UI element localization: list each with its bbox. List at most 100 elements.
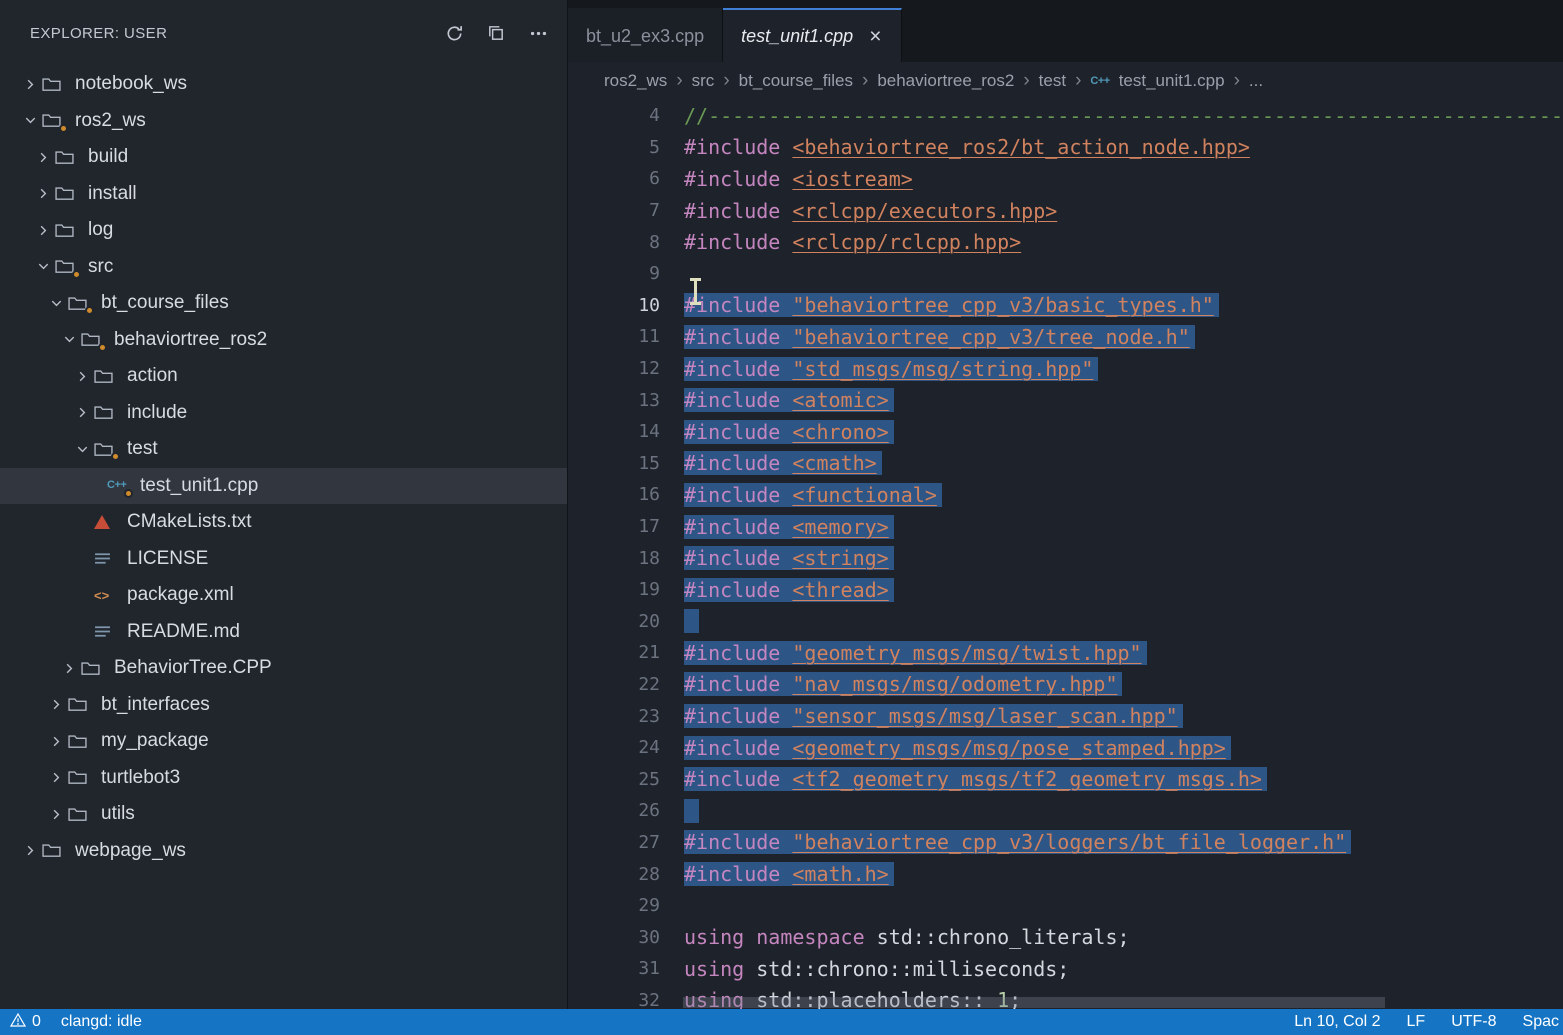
line-number[interactable]: 23 — [568, 706, 660, 727]
line-number[interactable]: 22 — [568, 674, 660, 695]
code-line[interactable]: 20 — [568, 606, 1563, 638]
tree-folder-action[interactable]: action — [0, 358, 567, 395]
code-line[interactable]: 27#include "behaviortree_cpp_v3/loggers/… — [568, 827, 1563, 859]
line-number[interactable]: 28 — [568, 864, 660, 885]
tree-file-LICENSE[interactable]: LICENSE — [0, 541, 567, 578]
code-line[interactable]: 18#include <string> — [568, 542, 1563, 574]
tree-folder-ros2_ws[interactable]: ros2_ws — [0, 103, 567, 140]
line-number[interactable]: 25 — [568, 769, 660, 790]
code-line[interactable]: 7#include <rclcpp/executors.hpp> — [568, 195, 1563, 227]
line-number[interactable]: 12 — [568, 358, 660, 379]
more-actions-icon[interactable] — [525, 20, 551, 46]
code-line[interactable]: 15#include <cmath> — [568, 448, 1563, 480]
tree-folder-test[interactable]: test — [0, 431, 567, 468]
line-number[interactable]: 32 — [568, 990, 660, 1009]
code-line[interactable]: 16#include <functional> — [568, 479, 1563, 511]
code-line[interactable]: 9 — [568, 258, 1563, 290]
code-line[interactable]: 31using std::chrono::milliseconds; — [568, 953, 1563, 985]
line-number[interactable]: 26 — [568, 800, 660, 821]
cursor-position[interactable]: Ln 10, Col 2 — [1294, 1013, 1380, 1031]
line-number[interactable]: 15 — [568, 453, 660, 474]
line-number[interactable]: 4 — [568, 105, 660, 126]
line-number[interactable]: 7 — [568, 200, 660, 221]
tree-file-package.xml[interactable]: <>package.xml — [0, 577, 567, 614]
code-line[interactable]: 6#include <iostream> — [568, 163, 1563, 195]
tree-folder-bt_course_files[interactable]: bt_course_files — [0, 285, 567, 322]
breadcrumb-item[interactable]: test — [1039, 71, 1066, 91]
code-line[interactable]: 26 — [568, 795, 1563, 827]
tree-folder-log[interactable]: log — [0, 212, 567, 249]
code-line[interactable]: 21#include "geometry_msgs/msg/twist.hpp" — [568, 637, 1563, 669]
tree-folder-include[interactable]: include — [0, 395, 567, 432]
tree-file-CMakeLists.txt[interactable]: CMakeLists.txt — [0, 504, 567, 541]
line-number[interactable]: 9 — [568, 263, 660, 284]
tree-folder-behaviortree_ros2[interactable]: behaviortree_ros2 — [0, 322, 567, 359]
line-number[interactable]: 30 — [568, 927, 660, 948]
code-line[interactable]: 5#include <behaviortree_ros2/bt_action_n… — [568, 132, 1563, 164]
code-line[interactable]: 19#include <thread> — [568, 574, 1563, 606]
line-number[interactable]: 21 — [568, 642, 660, 663]
breadcrumb-item[interactable]: ... — [1249, 71, 1263, 91]
line-number[interactable]: 20 — [568, 611, 660, 632]
code-line[interactable]: 28#include <math.h> — [568, 858, 1563, 890]
tree-folder-my_package[interactable]: my_package — [0, 723, 567, 760]
breadcrumb-item[interactable]: test_unit1.cpp — [1119, 71, 1225, 91]
close-tab-icon[interactable]: × — [867, 26, 883, 47]
horizontal-scrollbar[interactable] — [683, 997, 1385, 1008]
problems-indicator[interactable]: 0 — [10, 1013, 41, 1032]
encoding-indicator[interactable]: UTF-8 — [1451, 1013, 1496, 1031]
code-line[interactable]: 23#include "sensor_msgs/msg/laser_scan.h… — [568, 700, 1563, 732]
eol-indicator[interactable]: LF — [1407, 1013, 1426, 1031]
tab-test_unit1.cpp[interactable]: test_unit1.cpp× — [723, 8, 902, 62]
code-line[interactable]: 24#include <geometry_msgs/msg/pose_stamp… — [568, 732, 1563, 764]
tree-folder-build[interactable]: build — [0, 139, 567, 176]
line-number[interactable]: 19 — [568, 579, 660, 600]
breadcrumb-item[interactable]: src — [692, 71, 715, 91]
line-number[interactable]: 24 — [568, 737, 660, 758]
code-line[interactable]: 10#include "behaviortree_cpp_v3/basic_ty… — [568, 290, 1563, 322]
code-line[interactable]: 25#include <tf2_geometry_msgs/tf2_geomet… — [568, 763, 1563, 795]
code-line[interactable]: 29 — [568, 890, 1563, 922]
code-line[interactable]: 17#include <memory> — [568, 511, 1563, 543]
line-number[interactable]: 29 — [568, 895, 660, 916]
line-number[interactable]: 18 — [568, 548, 660, 569]
line-number[interactable]: 31 — [568, 958, 660, 979]
tree-folder-bt_interfaces[interactable]: bt_interfaces — [0, 687, 567, 724]
line-number[interactable]: 6 — [568, 168, 660, 189]
tree-folder-install[interactable]: install — [0, 176, 567, 213]
indent-indicator[interactable]: Spac — [1523, 1013, 1559, 1031]
code-line[interactable]: 30using namespace std::chrono_literals; — [568, 921, 1563, 953]
line-number[interactable]: 13 — [568, 390, 660, 411]
tree-folder-turtlebot3[interactable]: turtlebot3 — [0, 760, 567, 797]
tree-folder-utils[interactable]: utils — [0, 796, 567, 833]
tree-folder-src[interactable]: src — [0, 249, 567, 286]
tree-file-README.md[interactable]: README.md — [0, 614, 567, 651]
tree-folder-BehaviorTree.CPP[interactable]: BehaviorTree.CPP — [0, 650, 567, 687]
code-line[interactable]: 14#include <chrono> — [568, 416, 1563, 448]
code-line[interactable]: 4//-------------------------------------… — [568, 100, 1563, 132]
code-line[interactable]: 22#include "nav_msgs/msg/odometry.hpp" — [568, 669, 1563, 701]
line-number[interactable]: 8 — [568, 232, 660, 253]
code-line[interactable]: 13#include <atomic> — [568, 384, 1563, 416]
code-line[interactable]: 8#include <rclcpp/rclcpp.hpp> — [568, 226, 1563, 258]
line-number[interactable]: 5 — [568, 137, 660, 158]
breadcrumb-item[interactable]: bt_course_files — [739, 71, 853, 91]
collapse-folders-icon[interactable] — [483, 20, 509, 46]
line-number[interactable]: 11 — [568, 326, 660, 347]
breadcrumb-item[interactable]: behaviortree_ros2 — [877, 71, 1014, 91]
code-line[interactable]: 12#include "std_msgs/msg/string.hpp" — [568, 353, 1563, 385]
tree-folder-webpage_ws[interactable]: webpage_ws — [0, 833, 567, 870]
breadcrumb-item[interactable]: ros2_ws — [604, 71, 667, 91]
editor[interactable]: 4//-------------------------------------… — [568, 100, 1563, 1009]
line-number[interactable]: 17 — [568, 516, 660, 537]
tree-file-test_unit1.cpp[interactable]: C++test_unit1.cpp — [0, 468, 567, 505]
line-number[interactable]: 16 — [568, 484, 660, 505]
tab-bt_u2_ex3.cpp[interactable]: bt_u2_ex3.cpp — [568, 8, 723, 62]
code-line[interactable]: 11#include "behaviortree_cpp_v3/tree_nod… — [568, 321, 1563, 353]
clangd-status[interactable]: clangd: idle — [61, 1013, 142, 1031]
refresh-explorer-icon[interactable] — [441, 20, 467, 46]
line-number[interactable]: 27 — [568, 832, 660, 853]
line-number[interactable]: 14 — [568, 421, 660, 442]
line-number[interactable]: 10 — [568, 295, 660, 316]
tree-folder-notebook_ws[interactable]: notebook_ws — [0, 66, 567, 103]
